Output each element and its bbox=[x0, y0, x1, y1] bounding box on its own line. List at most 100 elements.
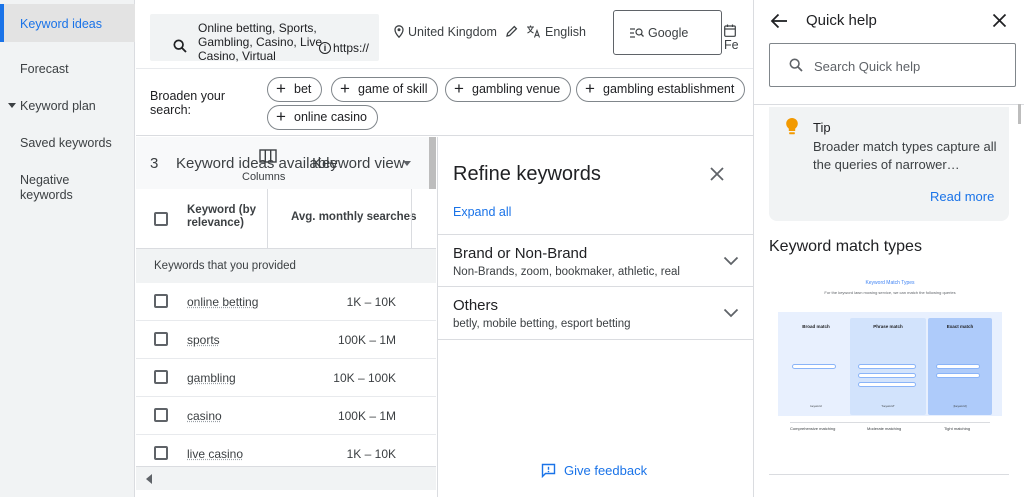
broaden-chip-online-casino[interactable]: online casino bbox=[267, 105, 378, 130]
table-row[interactable]: sports 100K – 1M bbox=[136, 321, 436, 359]
read-more-link[interactable]: Read more bbox=[930, 189, 994, 204]
calendar-icon bbox=[724, 24, 736, 37]
row-checkbox[interactable] bbox=[154, 446, 168, 460]
row-volume: 1K – 10K bbox=[346, 295, 396, 309]
broad-match-column: Broad match keyword bbox=[784, 318, 848, 415]
chip-label: gambling venue bbox=[472, 82, 561, 96]
search-network-selector[interactable]: Google bbox=[613, 10, 722, 55]
match-types-diagram: Keyword Match Types For the keyword lawn… bbox=[776, 278, 1004, 443]
column-title: Broad match bbox=[802, 324, 830, 329]
horizontal-scrollbar[interactable] bbox=[136, 466, 436, 490]
location-pin-icon bbox=[394, 25, 404, 39]
row-checkbox[interactable] bbox=[154, 370, 168, 384]
broaden-chip-gambling-venue[interactable]: gambling venue bbox=[445, 77, 572, 102]
quick-help-title: Quick help bbox=[806, 12, 877, 29]
row-keyword[interactable]: live casino bbox=[187, 447, 243, 461]
column-header-avg-monthly-searches[interactable]: Avg. monthly searches bbox=[291, 211, 416, 223]
keyword-count: 3 bbox=[150, 155, 159, 172]
divider bbox=[769, 474, 1009, 475]
row-keyword[interactable]: casino bbox=[187, 409, 222, 423]
row-checkbox[interactable] bbox=[154, 408, 168, 422]
row-volume: 100K – 1M bbox=[337, 333, 396, 347]
chip-label: online casino bbox=[294, 110, 367, 124]
broaden-chip-bet[interactable]: bet bbox=[267, 77, 323, 102]
group-header-provided-keywords: Keywords that you provided bbox=[136, 249, 436, 283]
query-pill bbox=[792, 364, 836, 369]
row-volume: 10K – 100K bbox=[333, 371, 396, 385]
back-arrow-icon[interactable] bbox=[770, 13, 788, 29]
nav-item-keyword-plan[interactable]: Keyword plan bbox=[0, 99, 135, 114]
tip-card: Tip Broader match types capture all the … bbox=[769, 107, 1009, 221]
table-row[interactable]: online betting 1K – 10K bbox=[136, 283, 436, 321]
broaden-chip-game-of-skill[interactable]: game of skill bbox=[331, 77, 439, 102]
diagram-footer-label: Moderate matching bbox=[867, 426, 902, 431]
columns-icon[interactable] bbox=[259, 149, 277, 163]
quick-help-panel: Quick help Search Quick help Tip Broader… bbox=[754, 0, 1024, 497]
chevron-down-icon bbox=[723, 308, 739, 318]
exact-match-column: Exact match [keyword] bbox=[928, 318, 992, 415]
lightbulb-icon bbox=[786, 118, 798, 135]
location-label: United Kingdom bbox=[408, 25, 497, 39]
diagram-footer-label: Comprehensive matching bbox=[790, 426, 836, 431]
feedback-icon bbox=[541, 463, 556, 478]
keyword-table-area: 3 Keyword ideas available Columns Keywor… bbox=[136, 137, 436, 497]
give-feedback-button[interactable]: Give feedback bbox=[541, 463, 647, 478]
column-keyword: keyword bbox=[810, 404, 822, 408]
diagram-title: Keyword Match Types bbox=[865, 280, 915, 286]
tip-text: Broader match types capture all the quer… bbox=[813, 139, 997, 172]
row-keyword[interactable]: online betting bbox=[187, 295, 258, 309]
table-row[interactable]: gambling 10K – 100K bbox=[136, 359, 436, 397]
chevron-down-icon bbox=[723, 256, 739, 266]
nav-item-saved-keywords[interactable]: Saved keywords bbox=[0, 136, 135, 151]
keyword-view-selector[interactable]: Keyword view bbox=[312, 155, 405, 172]
group-subtitle: Non-Brands, zoom, bookmaker, athletic, r… bbox=[453, 266, 680, 278]
vertical-scrollbar[interactable] bbox=[429, 137, 436, 189]
search-icon bbox=[173, 39, 187, 53]
nav-item-negative-keywords[interactable]: Negative keywords bbox=[0, 173, 110, 203]
search-icon bbox=[789, 58, 803, 72]
column-title: Phrase match bbox=[873, 324, 903, 329]
close-icon[interactable] bbox=[710, 167, 724, 181]
chip-label: gambling establishment bbox=[603, 82, 735, 96]
quick-help-scrollbar[interactable] bbox=[1018, 104, 1021, 124]
row-volume: 100K – 1M bbox=[337, 409, 396, 423]
diagram-scale-line bbox=[790, 422, 990, 423]
expand-all-link[interactable]: Expand all bbox=[453, 205, 511, 219]
keyword-search-box[interactable]: Online betting, Sports, Gambling, Casino… bbox=[150, 14, 379, 63]
search-network-icon bbox=[630, 28, 644, 38]
row-checkbox[interactable] bbox=[154, 332, 168, 346]
nav-item-forecast[interactable]: Forecast bbox=[0, 62, 135, 77]
query-pill bbox=[858, 373, 916, 378]
chip-label: game of skill bbox=[358, 82, 428, 96]
left-navigation: Keyword ideas Forecast Keyword plan Save… bbox=[0, 0, 135, 497]
column-header-keyword[interactable]: Keyword (by relevance) bbox=[187, 204, 267, 230]
date-range-selector[interactable]: Fe bbox=[724, 24, 754, 52]
language-label: English bbox=[545, 25, 586, 39]
divider bbox=[438, 339, 754, 340]
select-all-checkbox[interactable] bbox=[154, 212, 168, 226]
table-row[interactable]: casino 100K – 1M bbox=[136, 397, 436, 435]
quick-help-search-input[interactable]: Search Quick help bbox=[769, 43, 1016, 87]
row-keyword[interactable]: sports bbox=[187, 333, 220, 347]
row-checkbox[interactable] bbox=[154, 294, 168, 308]
tip-label: Tip bbox=[813, 120, 831, 135]
scroll-left-arrow-icon[interactable] bbox=[146, 474, 152, 484]
search-keywords-text: Online betting, Sports, Gambling, Casino… bbox=[198, 21, 323, 63]
diagram-subtitle: For the keyword lawn mowing service, we … bbox=[824, 290, 956, 295]
language-selector[interactable]: English bbox=[526, 25, 586, 39]
columns-label[interactable]: Columns bbox=[242, 171, 285, 183]
close-icon[interactable] bbox=[992, 13, 1007, 28]
nav-item-keyword-ideas[interactable]: Keyword ideas bbox=[0, 4, 135, 42]
row-keyword[interactable]: gambling bbox=[187, 371, 236, 385]
location-selector[interactable]: United Kingdom bbox=[394, 25, 518, 39]
column-keyword: "keyword" bbox=[881, 404, 895, 408]
app-root: Keyword ideas Forecast Keyword plan Save… bbox=[0, 0, 1024, 497]
refine-group-brand[interactable]: Brand or Non-Brand Non-Brands, zoom, boo… bbox=[438, 234, 754, 286]
broaden-label: Broaden your search: bbox=[150, 89, 226, 117]
refine-group-others[interactable]: Others betly, mobile betting, esport bet… bbox=[438, 286, 754, 338]
info-icon[interactable]: i bbox=[319, 42, 331, 54]
query-pill bbox=[858, 382, 916, 387]
broaden-search-bar: Broaden your search: bet game of skill g… bbox=[136, 68, 754, 136]
chevron-down-icon bbox=[403, 161, 411, 166]
broaden-chip-gambling-establishment[interactable]: gambling establishment bbox=[576, 77, 746, 102]
